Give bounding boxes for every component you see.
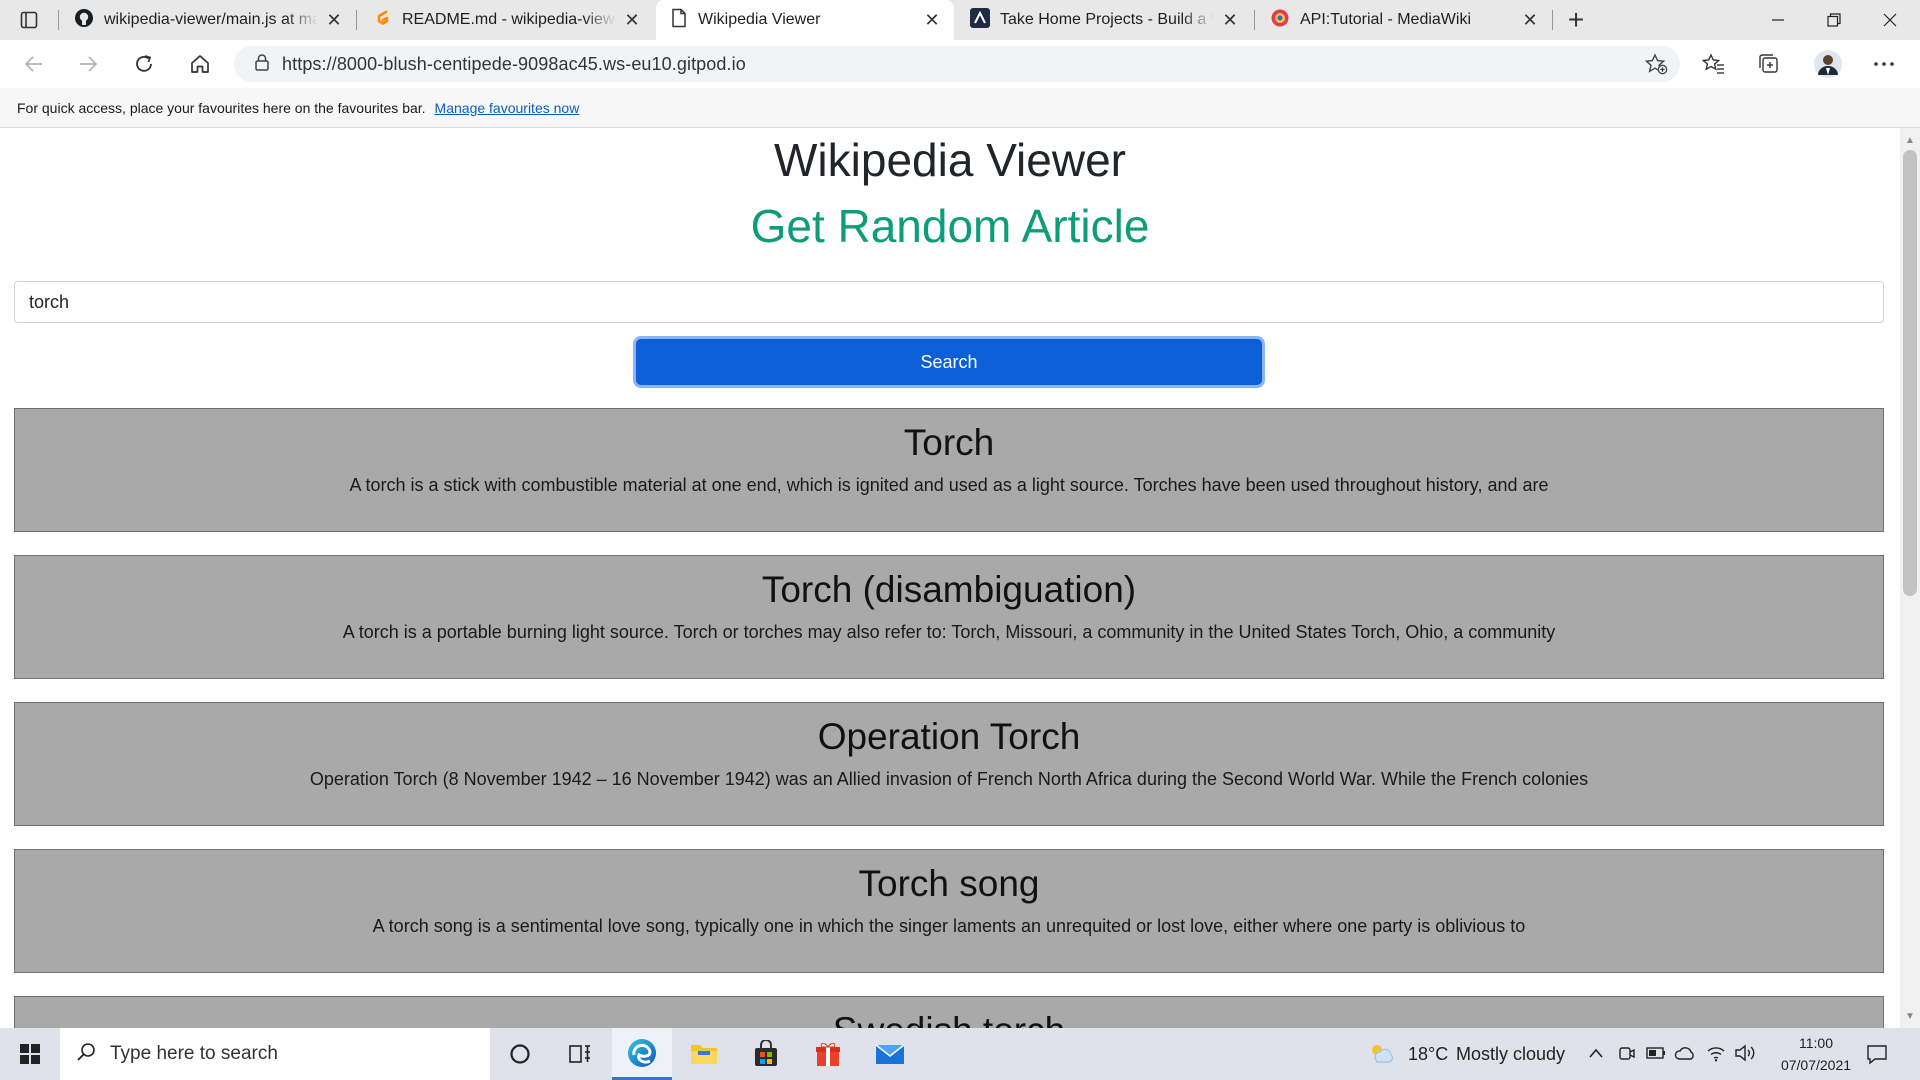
favourites-bar: For quick access, place your favourites … (0, 88, 1920, 128)
wifi-icon[interactable] (1706, 1044, 1726, 1067)
notification-center-icon[interactable] (1866, 1043, 1888, 1070)
result-snippet: A torch is a stick with combustible mate… (349, 475, 1549, 495)
refresh-icon[interactable] (128, 48, 160, 80)
clock-date: 07/07/2021 (1780, 1057, 1852, 1073)
tab-separator (58, 10, 59, 30)
random-article-link[interactable]: Get Random Article (0, 198, 1900, 254)
scrollbar-thumb[interactable] (1903, 150, 1917, 596)
close-icon[interactable]: ✕ (624, 10, 640, 30)
result-card[interactable]: Torch song A torch song is a sentimental… (14, 849, 1884, 973)
result-title[interactable]: Operation Torch (15, 715, 1883, 759)
page-viewport: Wikipedia Viewer Get Random Article Sear… (0, 128, 1920, 1028)
more-options-icon[interactable] (1868, 48, 1900, 80)
windows-taskbar: Type here to search 18°C Mostly cloudy 1… (0, 1028, 1920, 1080)
manage-favourites-link[interactable]: Manage favourites now (435, 100, 580, 116)
weather-temperature[interactable]: 18°C (1408, 1028, 1448, 1080)
weather-cloud-icon[interactable] (1368, 1042, 1394, 1069)
search-icon (76, 1042, 96, 1067)
speaker-volume-icon[interactable] (1734, 1044, 1756, 1067)
url-text: https://8000-blush-centipede-9098ac45.ws… (282, 53, 746, 74)
close-icon[interactable]: ✕ (1222, 10, 1238, 30)
meet-now-icon[interactable] (1618, 1044, 1636, 1067)
file-explorer-icon[interactable] (674, 1028, 734, 1080)
scroll-up-arrow-icon[interactable]: ▲ (1904, 134, 1916, 146)
gift-icon[interactable] (798, 1028, 858, 1080)
result-snippet: A torch is a portable burning light sour… (342, 622, 1556, 642)
result-card[interactable]: Operation Torch Operation Torch (8 Novem… (14, 702, 1884, 826)
takehome-icon (970, 7, 990, 33)
taskbar-search-box[interactable]: Type here to search (60, 1028, 490, 1080)
forward-arrow-icon[interactable] (72, 48, 104, 80)
tab-title: README.md - wikipedia-viewer (402, 11, 616, 28)
search-button[interactable]: Search (636, 339, 1262, 385)
result-title[interactable]: Torch (disambiguation) (15, 568, 1883, 612)
new-tab-plus-icon[interactable]: + (1562, 4, 1590, 35)
clock-time: 11:00 (1799, 1035, 1833, 1051)
result-card[interactable]: Torch (disambiguation) A torch is a port… (14, 555, 1884, 679)
taskbar-search-placeholder: Type here to search (110, 1043, 278, 1064)
tab-separator (1552, 10, 1553, 30)
page-icon (670, 8, 688, 33)
task-view-icon[interactable] (550, 1028, 610, 1080)
result-title[interactable]: Torch (15, 421, 1883, 465)
chevron-up-icon[interactable] (1588, 1046, 1604, 1064)
tab-separator (356, 10, 357, 30)
onedrive-cloud-icon[interactable] (1674, 1045, 1696, 1066)
tab-readme-gitpod[interactable]: README.md - wikipedia-viewer ✕ (358, 0, 654, 40)
result-title[interactable]: Torch song (15, 862, 1883, 906)
tab-actions-menu-icon[interactable] (18, 9, 40, 31)
tab-github-main-js[interactable]: wikipedia-viewer/main.js at mast ✕ (60, 0, 356, 40)
page-title: Wikipedia Viewer (774, 134, 1126, 186)
tab-wikipedia-viewer[interactable]: Wikipedia Viewer ✕ (656, 0, 954, 40)
browser-tab-strip: wikipedia-viewer/main.js at mast ✕ READM… (0, 0, 1920, 40)
result-card[interactable]: Swedish torch (14, 996, 1884, 1028)
tab-title: Take Home Projects - Build a Wik (1000, 11, 1214, 28)
close-icon[interactable]: ✕ (326, 10, 342, 30)
github-icon (74, 8, 94, 33)
result-snippet: A torch song is a sentimental love song,… (372, 916, 1526, 936)
edge-browser-icon[interactable] (612, 1028, 672, 1080)
microsoft-store-icon[interactable] (736, 1028, 796, 1080)
profile-avatar[interactable] (1812, 48, 1844, 80)
tab-separator (1254, 10, 1255, 30)
tab-title: Wikipedia Viewer (698, 11, 821, 28)
lock-icon[interactable] (254, 53, 270, 76)
mediawiki-icon (1270, 8, 1290, 33)
tab-title: wikipedia-viewer/main.js at mast (104, 11, 318, 28)
favourites-icon[interactable] (1698, 48, 1730, 80)
taskbar-clock[interactable]: 11:00 07/07/2021 (1780, 1032, 1852, 1076)
home-icon[interactable] (184, 48, 216, 80)
page-scrollbar[interactable]: ▲ ▼ (1900, 128, 1920, 1028)
minimize-icon[interactable] (1750, 0, 1806, 40)
tab-take-home-projects[interactable]: Take Home Projects - Build a Wik ✕ (956, 0, 1252, 40)
windows-start-icon[interactable] (0, 1028, 60, 1080)
battery-icon[interactable] (1646, 1045, 1666, 1066)
restore-icon[interactable] (1806, 0, 1862, 40)
tab-title: API:Tutorial - MediaWiki (1300, 11, 1471, 28)
result-snippet: Operation Torch (8 November 1942 – 16 No… (309, 769, 1589, 789)
tab-mediawiki-api[interactable]: API:Tutorial - MediaWiki ✕ (1256, 0, 1552, 40)
result-title[interactable]: Swedish torch (15, 1009, 1883, 1028)
address-bar: https://8000-blush-centipede-9098ac45.ws… (0, 40, 1920, 88)
scroll-down-arrow-icon[interactable]: ▼ (1904, 1010, 1916, 1022)
window-close-icon[interactable] (1862, 0, 1918, 40)
collections-icon[interactable] (1753, 48, 1785, 80)
favourites-bar-message: For quick access, place your favourites … (17, 99, 426, 116)
search-input[interactable] (14, 281, 1884, 323)
weather-condition[interactable]: Mostly cloudy (1456, 1028, 1565, 1080)
result-card[interactable]: Torch A torch is a stick with combustibl… (14, 408, 1884, 532)
add-favourite-star-icon[interactable] (1644, 53, 1668, 80)
cortana-icon[interactable] (490, 1028, 550, 1080)
url-bar[interactable]: https://8000-blush-centipede-9098ac45.ws… (234, 46, 1680, 82)
close-icon[interactable]: ✕ (924, 10, 940, 30)
mail-icon[interactable] (860, 1028, 920, 1080)
gitpod-icon (372, 8, 392, 33)
close-icon[interactable]: ✕ (1522, 10, 1538, 30)
back-arrow-icon[interactable] (18, 48, 50, 80)
